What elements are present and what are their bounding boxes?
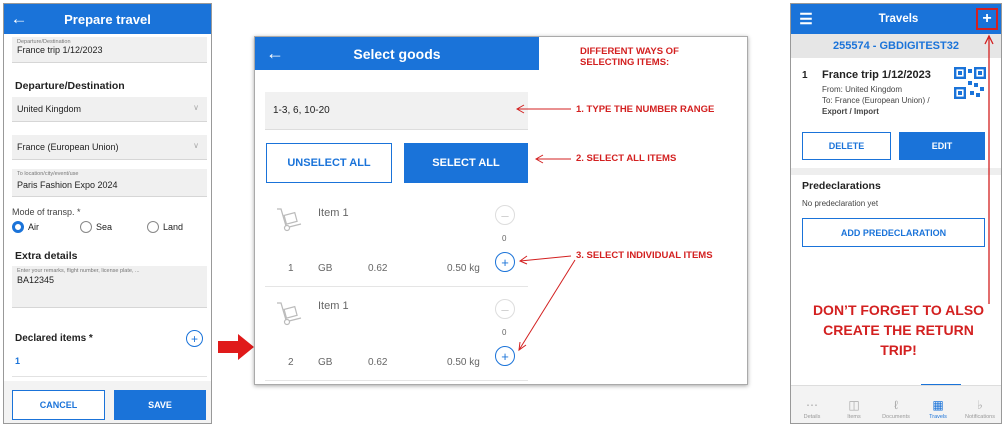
radio-selected-icon	[12, 221, 24, 233]
nav-items[interactable]: ◫ Items	[833, 386, 875, 423]
location-field[interactable]: To location/city/event/use Paris Fashion…	[12, 169, 207, 197]
departure-select[interactable]: United Kingdom ∨	[12, 97, 207, 122]
mode-option-land[interactable]: Land	[147, 221, 183, 233]
nav-notifications-label: Notifications	[965, 414, 995, 420]
mode-option-sea[interactable]: Sea	[80, 221, 112, 233]
travels-screen: ☰ Travels + 255574 - GBDIGITEST32 1 Fran…	[790, 3, 1002, 424]
nav-documents[interactable]: ℓ Documents	[875, 386, 917, 423]
nav-notifications[interactable]: ♭ Notifications	[959, 386, 1001, 423]
cancel-button[interactable]: CANCEL	[12, 390, 105, 420]
back-arrow-icon[interactable]: ←	[4, 9, 34, 29]
location-value: Paris Fashion Expo 2024	[17, 180, 118, 190]
reminder-arrow	[984, 34, 994, 304]
paperclip-icon: ℓ	[894, 398, 898, 412]
nav-travels-label: Travels	[929, 414, 947, 420]
add-item-button[interactable]: +	[186, 330, 203, 347]
annotation-arrows	[515, 104, 576, 352]
nav-documents-label: Documents	[882, 414, 910, 420]
mode-option-air[interactable]: Air	[12, 221, 39, 233]
chevron-down-icon: ∨	[193, 141, 199, 150]
mode-sea-label: Sea	[96, 222, 113, 232]
remarks-placeholder: Enter your remarks, flight number, licen…	[17, 268, 140, 274]
extra-details-title: Extra details	[15, 250, 78, 262]
bell-icon: ♭	[977, 398, 983, 412]
prepare-travel-screen: ← Prepare travel Departure/Destination F…	[3, 3, 212, 424]
prepare-travel-header: ← Prepare travel	[4, 4, 211, 34]
mode-label: Mode of transp. *	[12, 207, 81, 217]
save-button[interactable]: SAVE	[114, 390, 206, 420]
nav-details-label: Details	[803, 414, 821, 420]
declared-count: 1	[15, 356, 21, 366]
remarks-field[interactable]: Enter your remarks, flight number, licen…	[12, 266, 207, 308]
location-label: To location/city/event/use	[17, 171, 79, 177]
nav-details[interactable]: ⋯ Details	[791, 386, 833, 423]
bottom-navigation: ⋯ Details ◫ Items ℓ Documents ▦ Travels …	[791, 385, 1001, 423]
radio-icon	[80, 221, 92, 233]
nav-travels[interactable]: ▦ Travels	[917, 386, 959, 423]
declared-items-label: Declared items *	[15, 333, 93, 344]
chevron-down-icon: ∨	[193, 103, 199, 112]
divider	[12, 376, 207, 377]
trip-name-value: France trip 1/12/2023	[17, 45, 103, 55]
select-goods-screen: ← Select goods 1-3, 6, 10-20 UNSELECT AL…	[254, 36, 748, 385]
more-dots-icon: ⋯	[806, 398, 818, 412]
trip-name-field[interactable]: Departure/Destination France trip 1/12/2…	[12, 37, 207, 63]
departure-value: United Kingdom	[17, 104, 82, 114]
destination-value: France (European Union)	[17, 142, 119, 152]
red-arrow-icon	[218, 334, 254, 360]
nav-items-label: Items	[847, 414, 861, 420]
remarks-value: BA12345	[17, 275, 55, 285]
page-title: Prepare travel	[64, 11, 151, 27]
radio-icon	[147, 221, 159, 233]
hand-truck-icon: ◫	[848, 398, 860, 412]
clipboard-icon: ▦	[932, 398, 944, 412]
destination-select[interactable]: France (European Union) ∨	[12, 135, 207, 160]
mode-air-label: Air	[28, 222, 39, 232]
departure-section-title: Departure/Destination	[15, 80, 125, 92]
mode-land-label: Land	[163, 222, 184, 232]
